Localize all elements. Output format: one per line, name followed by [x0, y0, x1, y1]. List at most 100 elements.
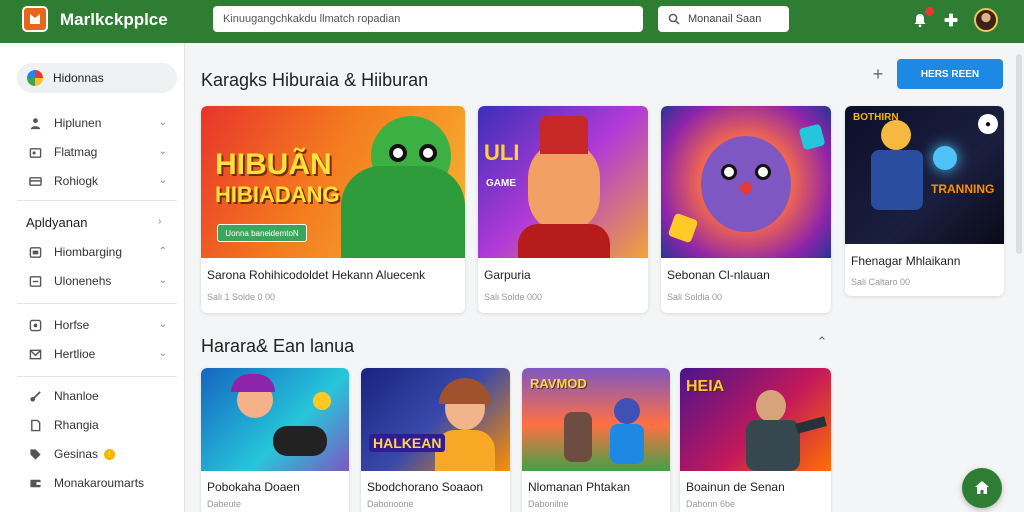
game-logo-text: HALKEAN [369, 434, 446, 452]
notification-icon[interactable] [910, 7, 934, 30]
game-meta: Sali 1 Solde 0 00 [207, 292, 276, 302]
game-logo-text: ULI [484, 140, 520, 165]
sidebar-item-label: Horfse [54, 318, 90, 332]
sidebar-active-item[interactable]: Hidonnas [17, 63, 177, 93]
sidebar-item-monakaroumarts[interactable]: Monakaroumarts [28, 473, 173, 493]
alert-badge: ! [104, 448, 116, 460]
character-body-icon [518, 224, 610, 258]
game-title: Garpuria [484, 268, 531, 282]
sidebar-item-rhangia[interactable]: Rhangia [28, 415, 173, 435]
candy-icon [798, 123, 826, 151]
character-body-icon [610, 424, 644, 464]
notification-badge [925, 7, 934, 16]
chevron-up-icon: ⌃ [158, 246, 167, 257]
home-icon [975, 481, 989, 494]
weapon-icon [795, 416, 827, 434]
sidebar-item-horfse[interactable]: Horfse ⌄ [28, 315, 173, 335]
character-head-icon [756, 390, 786, 422]
sidebar-item-rohiogk[interactable]: Rohiogk ⌄ [28, 171, 173, 191]
home-fab-button[interactable] [962, 468, 1002, 508]
sidebar-item-label: Monakaroumarts [54, 476, 145, 490]
sidebar-item-nhanloe[interactable]: Nhanloe [28, 386, 173, 406]
game-card[interactable]: Pobokaha Doaen Dabeute [201, 368, 349, 512]
chevron-down-icon: ⌄ [158, 175, 167, 186]
sidebar-section-heading[interactable]: Apldyanan › [26, 215, 161, 230]
chevron-right-icon: › [158, 216, 162, 227]
chevron-down-icon: ⌄ [158, 275, 167, 286]
key-icon [28, 389, 42, 403]
character-body-icon [564, 412, 592, 462]
game-card[interactable]: Sebonan Cl-nlauan Sali Soldia 00 [661, 106, 831, 313]
sidebar-item-label: Flatmag [54, 145, 98, 159]
info-icon[interactable]: ● [978, 114, 998, 134]
chevron-down-icon: ⌄ [158, 319, 167, 330]
home-colorful-icon [27, 70, 43, 86]
card-icon [28, 174, 42, 188]
chevron-down-icon: ⌄ [158, 117, 167, 128]
character-face-icon [528, 144, 600, 230]
sidebar-item-label: Hiplunen [54, 116, 102, 130]
game-card-art: RAVMOD [522, 368, 670, 471]
secondary-search-button[interactable]: Monanail Saan [658, 6, 789, 32]
add-icon[interactable] [941, 10, 961, 30]
game-card-art: BOTHIRN TRANNING ● [845, 106, 1004, 244]
character-eye-icon [755, 164, 771, 180]
game-card[interactable]: HEIA Boainun de Senan Dabonn 6be [680, 368, 831, 512]
game-card[interactable]: ULI GAME Garpuria Sali Solde 000 [478, 106, 648, 313]
game-meta: Dabonn 6be [686, 499, 736, 509]
search-icon [668, 13, 680, 25]
gamepad-icon [273, 426, 327, 456]
game-card[interactable]: HIBUÃN HIBIADANG Uonna baneidemtoN Saron… [201, 106, 465, 313]
primary-cta-button[interactable]: HERS REEN [897, 59, 1003, 89]
sidebar-item-hiplunen[interactable]: Hiplunen ⌄ [28, 113, 173, 133]
magic-spark-icon [933, 146, 957, 170]
character-body-icon [871, 150, 923, 210]
character-hat-icon [540, 116, 588, 154]
logo-icon[interactable] [22, 6, 48, 32]
sidebar-item-flatmag[interactable]: Flatmag ⌄ [28, 142, 173, 162]
screen-icon [28, 274, 42, 288]
store-icon [28, 145, 42, 159]
game-logo-text: HIBUÃN [215, 148, 332, 181]
phone-icon [28, 245, 42, 259]
game-card[interactable]: BOTHIRN TRANNING ● Fhenagar Mhlaikann Sa… [845, 106, 1004, 296]
search-input[interactable]: Kinuugangchkakdu llmatch ropadian [213, 6, 643, 32]
game-card-art: HEIA [680, 368, 831, 471]
game-card-art [661, 106, 831, 258]
sidebar-heading-label: Apldyanan [26, 215, 88, 230]
coin-icon [313, 392, 331, 410]
game-meta: Sali Soldia 00 [667, 292, 723, 302]
sidebar-item-gesinas[interactable]: Gesinas ! [28, 444, 173, 464]
scrollbar[interactable] [1016, 54, 1022, 254]
character-eye-icon [389, 144, 407, 162]
sidebar-item-label: Gesinas [54, 447, 99, 461]
avatar[interactable] [974, 8, 998, 32]
game-card[interactable]: HALKEAN Sbodchorano Soaaon Dabonoone [361, 368, 510, 512]
chevron-up-icon[interactable]: ⌃ [812, 334, 832, 354]
brand-name[interactable]: Marlkckpplce [60, 10, 168, 30]
candy-icon [667, 212, 699, 244]
sidebar-item-ulonenehs[interactable]: Ulonenehs ⌄ [28, 271, 173, 291]
game-card-art: HIBUÃN HIBIADANG Uonna baneidemtoN [201, 106, 465, 258]
sidebar-item-hertlioe[interactable]: Hertlioe ⌄ [28, 344, 173, 364]
chevron-down-icon: ⌄ [158, 146, 167, 157]
sidebar: Hidonnas Hiplunen ⌄ Flatmag ⌄ Rohiogk ⌄ … [0, 43, 185, 512]
section-title: Harara& Ean lanua [201, 336, 355, 356]
settings-icon [28, 318, 42, 332]
game-title: Pobokaha Doaen [207, 480, 300, 494]
game-meta: Sali Caltaro 00 [851, 277, 911, 287]
game-card[interactable]: RAVMOD Nlomanan Phtakan Dabonilne [522, 368, 670, 512]
game-play-button[interactable]: Uonna baneidemtoN [217, 224, 307, 242]
sidebar-item-label: Rhangia [54, 418, 99, 432]
game-title: Sarona Rohihicodoldet Hekann Aluecenk [207, 268, 426, 282]
game-title: Nlomanan Phtakan [528, 480, 631, 494]
add-button[interactable]: + [870, 64, 886, 84]
game-logo-text: TRANNING [931, 182, 995, 196]
character-hair-icon [231, 374, 275, 392]
game-meta: Dabonilne [528, 499, 569, 509]
game-logo-subtext: HIBIADANG [215, 182, 340, 207]
sidebar-item-hiombarging[interactable]: Hiombarging ⌃ [28, 242, 173, 262]
character-body-icon [746, 420, 800, 471]
game-logo-subtext: GAME [486, 178, 516, 189]
game-card-art: HALKEAN [361, 368, 510, 471]
